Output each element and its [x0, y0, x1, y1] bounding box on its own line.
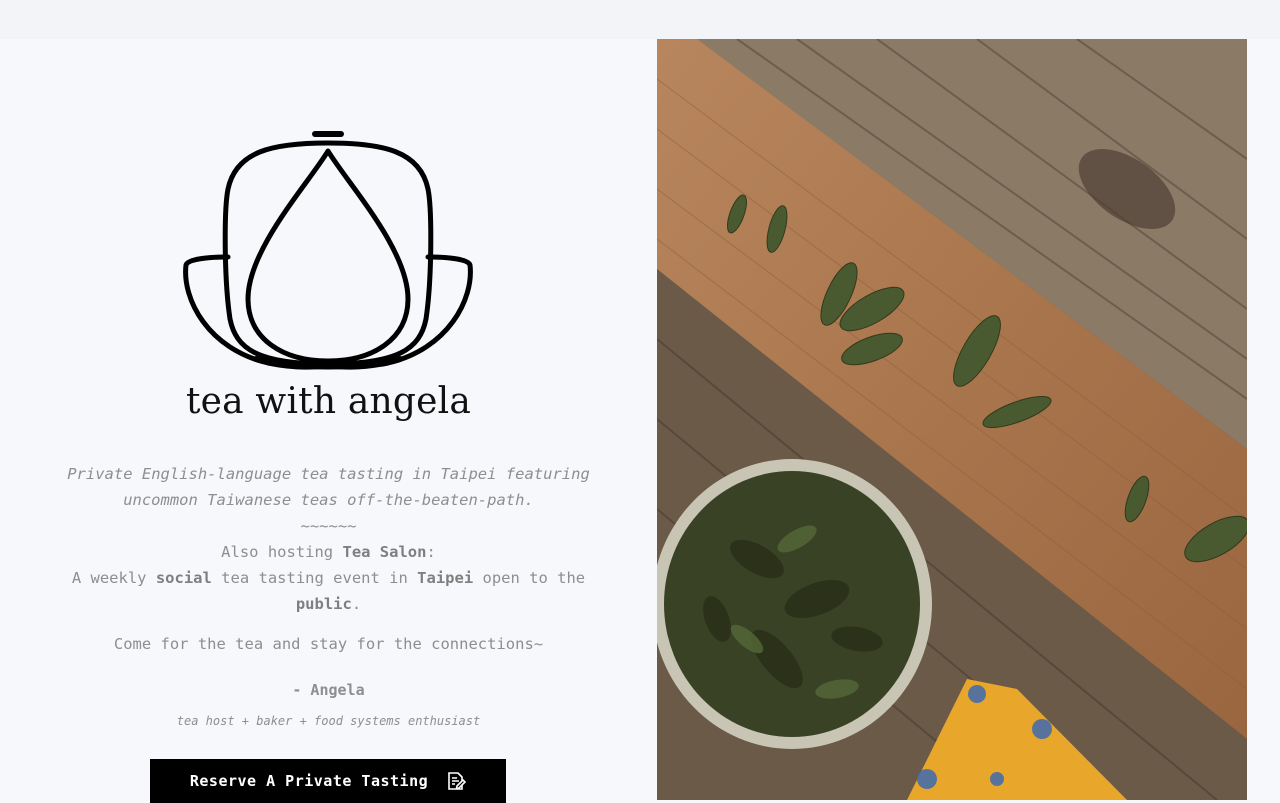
top-bar: [0, 0, 1280, 39]
signature: - Angela: [292, 681, 365, 699]
edit-note-icon: [446, 771, 467, 791]
weekly-text-e: open to the: [473, 569, 586, 587]
host-subtitle: tea host + baker + food systems enthusia…: [176, 714, 481, 728]
tea-salon-line: Also hosting Tea Salon:: [60, 539, 597, 565]
weekly-event-line: A weekly social tea tasting event in Tai…: [60, 565, 597, 617]
tea-salon-suffix: :: [426, 543, 436, 561]
tagline: Come for the tea and stay for the connec…: [113, 635, 544, 653]
intro-divider: ~~~~~~: [300, 517, 357, 535]
weekly-text-c: tea tasting event in: [211, 569, 418, 587]
right-margin: [1247, 39, 1280, 800]
teapot-lotus-logo-icon: [178, 129, 478, 374]
weekly-text-social: social: [155, 569, 212, 587]
brand-name: tea with angela: [185, 381, 472, 422]
tea-leaves-on-wood-photo: [657, 39, 1247, 800]
weekly-text-public: public: [295, 595, 352, 613]
tea-salon-prefix: Also hosting: [221, 543, 343, 561]
intro-text: Private English-language tea tasting in …: [60, 461, 597, 617]
intro-panel: tea with angela Private English-language…: [0, 39, 657, 803]
weekly-text-taipei: Taipei: [417, 569, 474, 587]
weekly-text-a: A weekly: [71, 569, 156, 587]
weekly-text-g: .: [351, 595, 362, 613]
reserve-button-label: Reserve A Private Tasting: [189, 772, 429, 790]
reserve-private-tasting-button[interactable]: Reserve A Private Tasting: [150, 759, 506, 803]
tea-salon-name: Tea Salon: [342, 543, 427, 561]
intro-line: Private English-language tea tasting in …: [67, 465, 590, 509]
